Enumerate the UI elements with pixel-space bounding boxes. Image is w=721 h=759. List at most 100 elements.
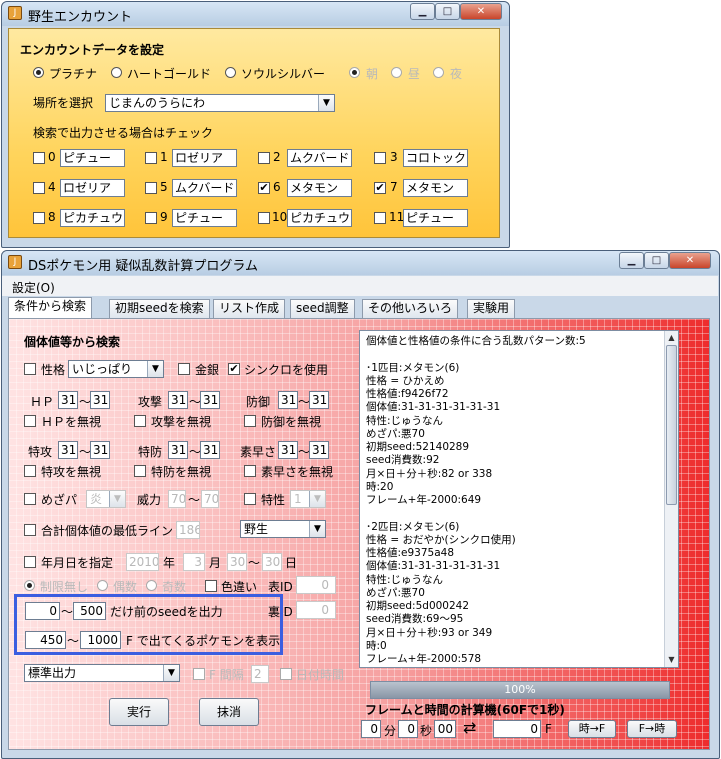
slot-field-10[interactable]: ピカチュウ: [287, 209, 352, 227]
slot-field-5[interactable]: ムクバード: [172, 179, 237, 197]
slot-field-8[interactable]: ピカチュウ: [60, 209, 125, 227]
slot-field-3[interactable]: コロトック: [403, 149, 468, 167]
shiny-gs-checkbox[interactable]: [178, 363, 190, 375]
stat-min-spa[interactable]: 31: [58, 441, 78, 459]
shiny-checkbox[interactable]: [205, 580, 217, 592]
output-scrollbar[interactable]: ▲ ▼: [664, 331, 678, 667]
scroll-up-icon[interactable]: ▲: [666, 332, 677, 344]
calc-frac-field[interactable]: 00: [434, 720, 456, 738]
slot-checkbox-1[interactable]: [145, 152, 157, 164]
stat-max-spd[interactable]: 31: [200, 441, 220, 459]
stat-min-def[interactable]: 31: [278, 391, 298, 409]
slot-field-2[interactable]: ムクバード: [287, 149, 352, 167]
tab-initial-seed[interactable]: 初期seedを検索: [109, 299, 210, 318]
calc-sec-field[interactable]: 0: [398, 720, 418, 738]
slot-field-6[interactable]: メタモン: [287, 179, 352, 197]
close-button[interactable]: ✕: [669, 252, 711, 269]
day-interval-checkbox[interactable]: [280, 668, 292, 680]
day-to-field[interactable]: 30: [262, 553, 282, 571]
stat-max-hp[interactable]: 31: [90, 391, 110, 409]
ignore-spa-checkbox[interactable]: [24, 465, 36, 477]
ignore-spe-checkbox[interactable]: [244, 465, 256, 477]
maximize-button[interactable]: □: [644, 252, 669, 269]
slot-field-9[interactable]: ピチュー: [172, 209, 237, 227]
slot-checkbox-4[interactable]: [33, 182, 45, 194]
power-min[interactable]: 70: [168, 490, 186, 508]
stat-max-def[interactable]: 31: [309, 391, 329, 409]
clear-button[interactable]: 抹消: [199, 698, 259, 726]
tab-seed-adjust[interactable]: seed調整: [290, 299, 355, 318]
stat-min-hp[interactable]: 31: [58, 391, 78, 409]
stat-min-atk[interactable]: 31: [168, 391, 188, 409]
stat-max-spe[interactable]: 31: [309, 441, 329, 459]
nature-select[interactable]: いじっぱり ▼: [68, 360, 164, 378]
tab-search-conditions[interactable]: 条件から検索: [8, 297, 93, 319]
stat-min-spe[interactable]: 31: [278, 441, 298, 459]
stat-max-spa[interactable]: 31: [90, 441, 110, 459]
slot-field-7[interactable]: メタモン: [403, 179, 468, 197]
time-radio-night[interactable]: [433, 67, 444, 78]
version-radio-soulsilver[interactable]: [225, 67, 236, 78]
slot-checkbox-9[interactable]: [145, 212, 157, 224]
slot-field-4[interactable]: ロゼリア: [60, 179, 125, 197]
tab-misc[interactable]: その他いろいろ: [362, 299, 459, 318]
slot-checkbox-3[interactable]: [374, 152, 386, 164]
minimize-button[interactable]: ▁: [619, 252, 644, 269]
scroll-thumb[interactable]: [666, 345, 677, 505]
stat-min-spd[interactable]: 31: [168, 441, 188, 459]
ignore-def-checkbox[interactable]: [244, 415, 256, 427]
slot-checkbox-8[interactable]: [33, 212, 45, 224]
stat-max-atk[interactable]: 31: [200, 391, 220, 409]
ignore-hp-checkbox[interactable]: [24, 415, 36, 427]
run-button[interactable]: 実行: [109, 698, 169, 726]
back-id-field[interactable]: 0: [296, 601, 336, 619]
close-button[interactable]: ✕: [460, 3, 502, 20]
version-radio-platinum[interactable]: [33, 67, 44, 78]
f-interval-checkbox[interactable]: [193, 668, 205, 680]
limit-radio-none[interactable]: [24, 580, 35, 591]
min-total-checkbox[interactable]: [24, 524, 36, 536]
hidden-power-checkbox[interactable]: [24, 493, 36, 505]
month-field[interactable]: 3: [183, 553, 205, 571]
ignore-spd-checkbox[interactable]: [134, 465, 146, 477]
slot-checkbox-7[interactable]: ✔: [374, 182, 386, 194]
encounter-type-select[interactable]: 野生 ▼: [240, 520, 326, 538]
table-id-field[interactable]: 0: [296, 576, 336, 594]
ignore-atk-checkbox[interactable]: [134, 415, 146, 427]
output-mode-select[interactable]: 標準出力 ▼: [24, 664, 180, 682]
menu-settings[interactable]: 設定(O): [12, 279, 55, 296]
encounter-titlebar[interactable]: J 野生エンカウント ▁ □ ✕: [2, 2, 509, 26]
scroll-down-icon[interactable]: ▼: [666, 654, 677, 666]
slot-checkbox-5[interactable]: [145, 182, 157, 194]
tab-experimental[interactable]: 実験用: [467, 299, 516, 318]
slot-checkbox-10[interactable]: [258, 212, 270, 224]
ability-checkbox[interactable]: [244, 493, 256, 505]
calc-min-field[interactable]: 0: [361, 720, 381, 738]
calculator-titlebar[interactable]: J DSポケモン用 疑似乱数計算プログラム ▁ □ ✕: [2, 251, 719, 275]
year-field[interactable]: 2010: [126, 553, 159, 571]
slot-checkbox-11[interactable]: [374, 212, 386, 224]
limit-radio-odd[interactable]: [146, 580, 157, 591]
frame-to-time-button[interactable]: F→時: [627, 720, 677, 738]
ability-select[interactable]: 1 ▼: [290, 490, 326, 508]
slot-checkbox-6[interactable]: ✔: [258, 182, 270, 194]
slot-checkbox-0[interactable]: [33, 152, 45, 164]
slot-field-0[interactable]: ピチュー: [60, 149, 125, 167]
location-select[interactable]: じまんのうらにわ ▼: [105, 94, 335, 112]
time-to-frame-button[interactable]: 時→F: [568, 720, 616, 738]
minimize-button[interactable]: ▁: [410, 3, 435, 20]
sync-checkbox[interactable]: ✔: [228, 363, 240, 375]
nature-checkbox[interactable]: [24, 363, 36, 375]
min-total-field[interactable]: 186: [176, 521, 200, 539]
slot-field-1[interactable]: ロゼリア: [172, 149, 237, 167]
tab-list[interactable]: リスト作成: [213, 299, 286, 318]
time-radio-morning[interactable]: [349, 67, 360, 78]
version-radio-heartgold[interactable]: [111, 67, 122, 78]
hidden-power-type-select[interactable]: 炎 ▼: [86, 490, 126, 508]
calc-frame-field[interactable]: 0: [493, 720, 541, 738]
slot-field-11[interactable]: ピチュー: [403, 209, 468, 227]
day-from-field[interactable]: 30: [227, 553, 247, 571]
maximize-button[interactable]: □: [435, 3, 460, 20]
limit-radio-even[interactable]: [97, 580, 108, 591]
date-checkbox[interactable]: [24, 556, 36, 568]
